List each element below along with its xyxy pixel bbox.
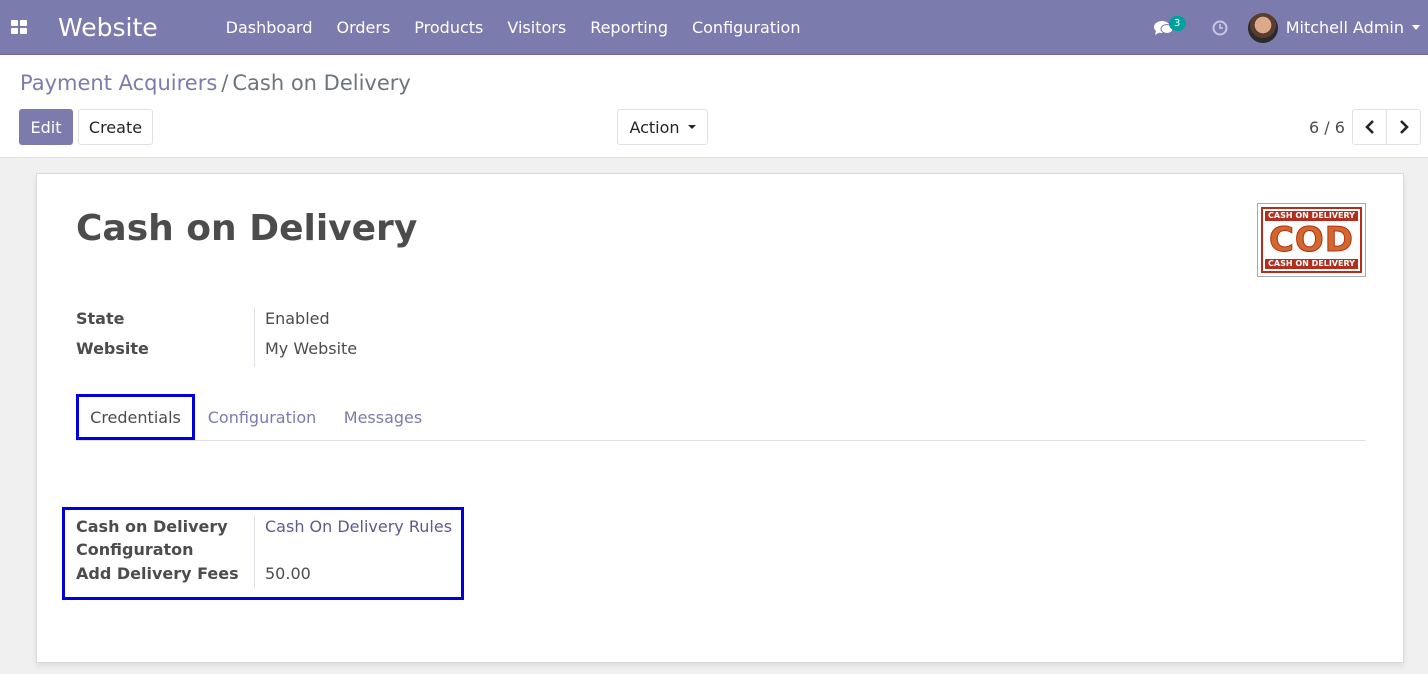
- breadcrumb-separator: /: [221, 71, 229, 95]
- menu-configuration[interactable]: Configuration: [680, 0, 813, 55]
- cod-logo-image[interactable]: CASH ON DELIVERY COD CASH ON DELIVERY: [1257, 203, 1366, 277]
- activity-menu[interactable]: [1202, 0, 1238, 55]
- navbar-systray: 3 Mitchell Admin: [1146, 0, 1428, 55]
- menu-products[interactable]: Products: [402, 0, 495, 55]
- caret-down-icon: [687, 125, 696, 129]
- menu-visitors[interactable]: Visitors: [495, 0, 578, 55]
- clock-icon: [1212, 20, 1228, 35]
- breadcrumb-parent[interactable]: Payment Acquirers: [20, 71, 217, 95]
- form-view: Cash on Delivery CASH ON DELIVERY COD CA…: [0, 158, 1428, 674]
- delivery-fees-value[interactable]: 50.00: [265, 564, 311, 583]
- pager-next-button[interactable]: [1386, 109, 1421, 145]
- website-value[interactable]: My Website: [265, 339, 357, 358]
- menu-dashboard[interactable]: Dashboard: [214, 0, 325, 55]
- edit-button[interactable]: Edit: [19, 109, 73, 145]
- pager-value[interactable]: 6 / 6: [1309, 118, 1345, 137]
- form-sheet: Cash on Delivery CASH ON DELIVERY COD CA…: [36, 173, 1404, 663]
- action-label: Action: [629, 117, 680, 137]
- cod-config-label-line1: Cash on Delivery: [76, 517, 228, 536]
- user-name: Mitchell Admin: [1285, 18, 1404, 37]
- breadcrumb-current: Cash on Delivery: [232, 71, 411, 95]
- top-navbar: Website Dashboard Orders Products Visito…: [0, 0, 1428, 55]
- menu-reporting[interactable]: Reporting: [578, 0, 680, 55]
- delivery-fees-label: Add Delivery Fees: [76, 564, 239, 583]
- action-dropdown[interactable]: Action: [617, 109, 708, 145]
- breadcrumb: Payment Acquirers / Cash on Delivery: [20, 71, 411, 95]
- tab-credentials[interactable]: Credentials: [76, 394, 195, 440]
- pager-previous-button[interactable]: [1352, 109, 1387, 145]
- tab-messages[interactable]: Messages: [344, 394, 422, 440]
- cod-config-link[interactable]: Cash On Delivery Rules: [265, 517, 452, 536]
- chat-count-badge: 3: [1168, 16, 1186, 31]
- chevron-down-icon: [1412, 25, 1420, 30]
- chevron-right-icon: [1399, 120, 1409, 134]
- cod-config-label-line2: Configuraton: [76, 540, 194, 559]
- record-title: Cash on Delivery: [76, 208, 418, 249]
- website-label: Website: [76, 339, 149, 358]
- user-menu[interactable]: Mitchell Admin: [1247, 12, 1420, 43]
- apps-menu-icon[interactable]: [0, 0, 38, 55]
- cod-logo: CASH ON DELIVERY COD CASH ON DELIVERY: [1261, 207, 1362, 273]
- menu-orders[interactable]: Orders: [324, 0, 402, 55]
- logo-big-text: COD: [1268, 220, 1355, 260]
- logo-bottom-text: CASH ON DELIVERY: [1265, 259, 1358, 269]
- chevron-left-icon: [1364, 120, 1374, 134]
- state-label: State: [76, 309, 125, 328]
- state-value[interactable]: Enabled: [265, 309, 330, 328]
- field-divider: [254, 307, 255, 367]
- tab-configuration[interactable]: Configuration: [208, 394, 317, 440]
- create-button[interactable]: Create: [78, 109, 153, 145]
- notebook-tabs: Credentials Configuration Messages: [76, 394, 1366, 441]
- main-menu: Dashboard Orders Products Visitors Repor…: [214, 0, 813, 55]
- control-panel: Payment Acquirers / Cash on Delivery Edit …: [0, 55, 1428, 158]
- app-brand[interactable]: Website: [58, 13, 158, 42]
- credentials-divider: [254, 515, 255, 589]
- avatar: [1247, 12, 1278, 43]
- messaging-menu[interactable]: 3: [1146, 0, 1186, 55]
